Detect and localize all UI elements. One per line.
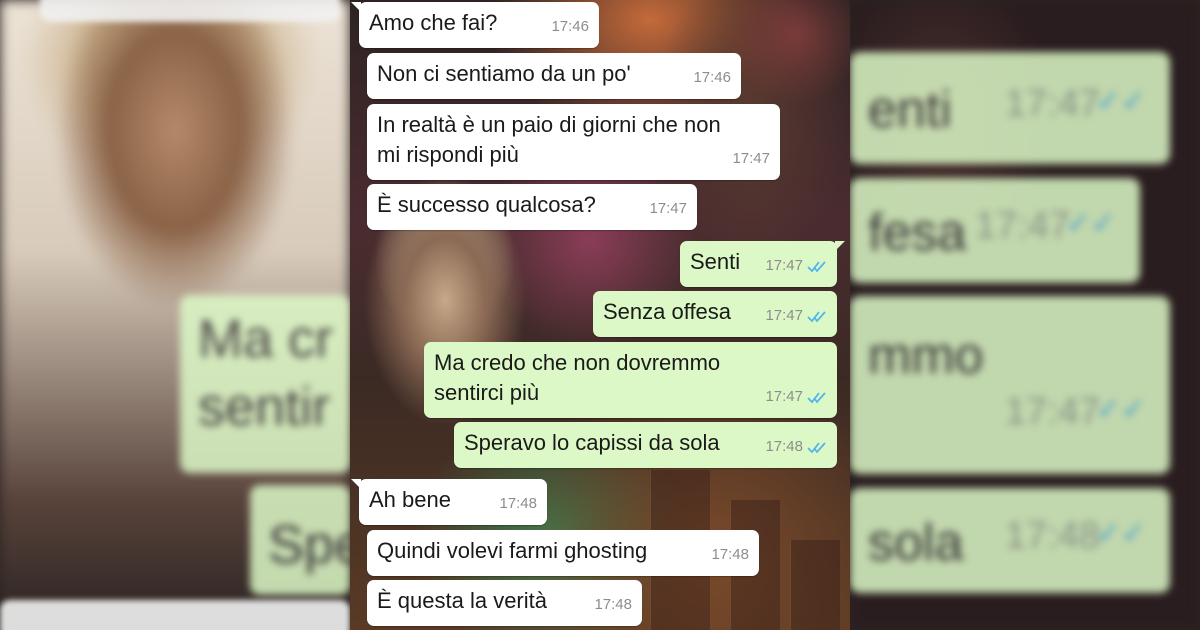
message-time: 17:48 [594,596,632,613]
message-time: 17:48 [765,438,803,455]
message-time: 17:47 [765,257,803,274]
blurred-bubble-text: enti [868,81,952,139]
double-check-icon [807,392,826,404]
message-time: 17:46 [551,18,589,35]
double-check-icon: ✓✓ [1065,207,1116,240]
message-time: 17:47 [765,307,803,324]
blurred-incoming-bubble [0,600,350,630]
chat-conversation: Amo che fai? 17:46 Non ci sentiamo da un… [350,0,850,630]
blurred-bubble-text: fesa [868,204,967,262]
blurred-bubble-text: sentir [198,377,331,437]
blurred-outgoing-bubble: fesa 17:47 ✓✓ [850,178,1140,283]
blurred-bubble-text: Spe [268,515,350,575]
message-bubble-incoming[interactable]: È successo qualcosa? 17:47 [367,184,697,230]
message-bubble-incoming[interactable]: È questa la verità 17:48 [367,580,642,626]
blurred-timestamp: 17:47 [974,205,1070,247]
blurred-outgoing-bubble: enti 17:47 ✓✓ [850,52,1170,164]
message-time: 17:46 [693,69,731,86]
message-bubble-outgoing[interactable]: Ma credo che non dovremmo sentirci più 1… [424,342,837,418]
message-bubble-outgoing[interactable]: Senza offesa 17:47 [593,291,837,337]
message-text: Quindi volevi farmi ghosting [377,538,648,563]
message-time: 17:47 [732,150,770,167]
double-check-icon: ✓✓ [1095,517,1146,550]
message-bubble-incoming[interactable]: Non ci sentiamo da un po' 17:46 [367,53,741,99]
message-text: Non ci sentiamo da un po' [377,61,631,86]
blurred-timestamp: 17:47 [1004,391,1100,433]
double-check-icon [807,311,826,323]
wallpaper-building [790,540,840,630]
blurred-outgoing-bubble: sola 17:48 ✓✓ [850,488,1170,593]
blurred-incoming-bubble [40,0,340,22]
message-bubble-outgoing[interactable]: Speravo lo capissi da sola 17:48 [454,422,837,468]
message-time: 17:48 [711,546,749,563]
message-text: È successo qualcosa? [377,192,596,217]
double-check-icon: ✓✓ [1095,393,1146,426]
blurred-left-panel: Ma cr sentir Spe [0,0,350,630]
blurred-outgoing-bubble: Ma cr sentir [180,295,350,473]
blurred-timestamp: 17:47 [1004,83,1100,125]
message-bubble-incoming[interactable]: Ah bene 17:48 [351,479,547,525]
blurred-outgoing-bubble: mmo 17:47 ✓✓ [850,296,1170,474]
message-bubble-incoming[interactable]: Amo che fai? 17:46 [351,2,599,48]
blurred-right-panel: enti 17:47 ✓✓ fesa 17:47 ✓✓ mmo 17:47 ✓✓… [850,0,1200,630]
blurred-bubble-text: sola [868,514,964,572]
message-bubble-incoming[interactable]: Quindi volevi farmi ghosting 17:48 [367,530,759,576]
message-bubble-incoming[interactable]: In realtà è un paio di giorni che non mi… [367,104,780,180]
blurred-bubble-text: mmo [868,327,984,385]
message-time: 17:47 [765,388,803,405]
message-text: In realtà è un paio di giorni che non mi… [377,112,721,167]
double-check-icon [807,261,826,273]
blurred-outgoing-bubble: Spe [250,485,350,595]
blurred-timestamp: 17:48 [1004,515,1100,557]
double-check-icon [807,442,826,454]
message-bubble-outgoing[interactable]: Senti 17:47 [680,241,845,287]
message-time: 17:48 [499,495,537,512]
blurred-bubble-text: Ma cr [198,309,333,369]
double-check-icon: ✓✓ [1095,85,1146,118]
message-time: 17:47 [649,200,687,217]
